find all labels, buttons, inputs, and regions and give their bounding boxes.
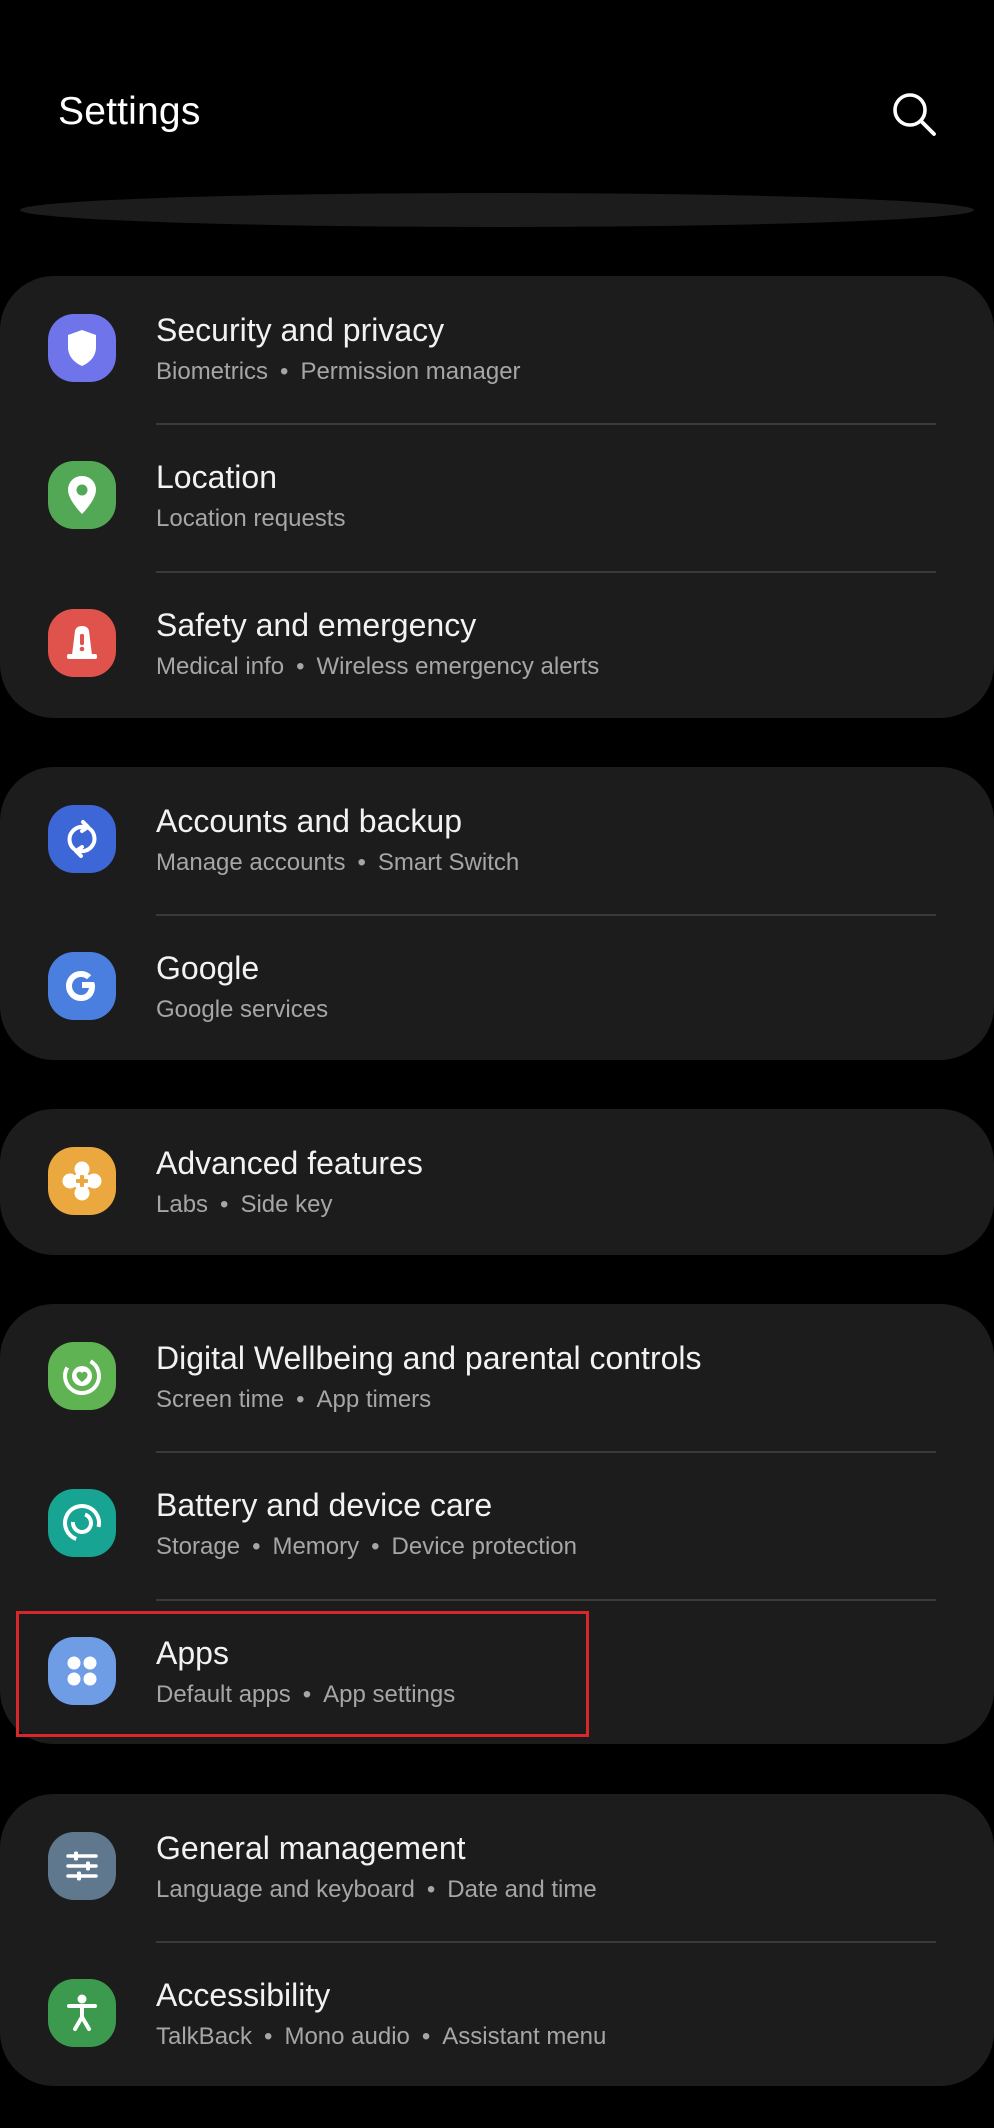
apps-highlight-box bbox=[16, 1611, 589, 1737]
item-subtitle: Screen time • App timers bbox=[156, 1386, 432, 1413]
settings-item-location[interactable]: Location Location requests bbox=[0, 423, 994, 570]
settings-item-safety-emergency[interactable]: Safety and emergency Medical info • Wirele… bbox=[0, 571, 994, 718]
item-subtitle: Medical info • Wireless emergency alerts bbox=[156, 653, 600, 680]
item-subtitle: Storage • Memory • Device protection bbox=[156, 1533, 577, 1560]
settings-item-google[interactable]: Google Google services bbox=[0, 914, 994, 1060]
item-label: Battery and device care bbox=[156, 1487, 493, 1523]
search-icon bbox=[893, 93, 936, 136]
item-subtitle: TalkBack • Mono audio • Assistant menu bbox=[156, 2023, 607, 2050]
item-subtitle: Google services bbox=[156, 996, 329, 1023]
wellbeing-heart-icon bbox=[48, 1342, 116, 1410]
settings-item-security-privacy[interactable]: Security and privacy Biometrics • Permissi… bbox=[0, 276, 994, 423]
search-button[interactable] bbox=[886, 86, 942, 142]
item-subtitle: Location requests bbox=[156, 505, 346, 532]
google-icon bbox=[48, 952, 116, 1020]
settings-group-accounts: Accounts and backup Manage accounts • Smar… bbox=[0, 767, 994, 1060]
settings-group-advanced: Advanced features Labs • Side key bbox=[0, 1109, 994, 1255]
item-label: Advanced features bbox=[156, 1145, 423, 1181]
shield-icon bbox=[48, 314, 116, 382]
previous-group-edge bbox=[20, 193, 974, 227]
location-pin-icon bbox=[48, 461, 116, 529]
settings-group-privacy: Security and privacy Biometrics • Permissi… bbox=[0, 276, 994, 718]
device-care-icon bbox=[48, 1489, 116, 1557]
sliders-icon bbox=[48, 1832, 116, 1900]
item-subtitle: Biometrics • Permission manager bbox=[156, 358, 521, 385]
item-label: Google bbox=[156, 950, 260, 986]
settings-item-accessibility[interactable]: Accessibility TalkBack • Mono audio • Assist… bbox=[0, 1941, 994, 2086]
settings-item-advanced-features[interactable]: Advanced features Labs • Side key bbox=[0, 1109, 994, 1255]
settings-item-digital-wellbeing[interactable]: Digital Wellbeing and parental controls … bbox=[0, 1304, 994, 1451]
settings-item-accounts-backup[interactable]: Accounts and backup Manage accounts • Smar… bbox=[0, 767, 994, 914]
sync-icon bbox=[48, 805, 116, 873]
settings-group-system: General management Language and keyboard… bbox=[0, 1794, 994, 2086]
item-label: Accounts and backup bbox=[156, 803, 462, 839]
settings-item-battery-device-care[interactable]: Battery and device care Storage • Memory • D… bbox=[0, 1451, 994, 1598]
item-label: Accessibility bbox=[156, 1977, 331, 2013]
item-subtitle: Language and keyboard • Date and time bbox=[156, 1876, 597, 1903]
page-title: Settings bbox=[58, 90, 201, 133]
settings-item-general-management[interactable]: General management Language and keyboard… bbox=[0, 1794, 994, 1941]
item-label: Safety and emergency bbox=[156, 607, 477, 643]
emergency-alert-icon bbox=[48, 609, 116, 677]
item-label: Location bbox=[156, 459, 277, 495]
item-label: General management bbox=[156, 1830, 466, 1866]
item-label: Security and privacy bbox=[156, 312, 445, 348]
app-header: Settings bbox=[0, 0, 994, 190]
accessibility-icon bbox=[48, 1979, 116, 2047]
item-subtitle: Manage accounts • Smart Switch bbox=[156, 849, 520, 876]
item-label: Digital Wellbeing and parental controls bbox=[156, 1340, 702, 1376]
puzzle-gear-icon bbox=[48, 1147, 116, 1215]
item-subtitle: Labs • Side key bbox=[156, 1191, 333, 1218]
